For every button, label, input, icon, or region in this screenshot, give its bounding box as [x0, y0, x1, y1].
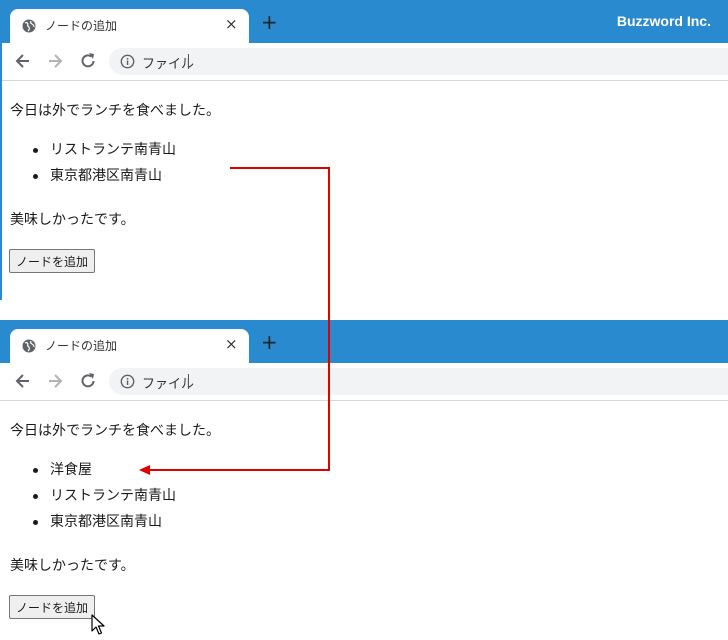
intro-paragraph: 今日は外でランチを食べました。 — [10, 103, 220, 119]
browser-window-after: ノードの追加 × + ファイル 今日は外でランチを食べました。 洋食屋 リストラ… — [0, 320, 728, 640]
page-content: 今日は外でランチを食べました。 リストランテ南青山 東京都港区南青山 美味しかっ… — [0, 81, 728, 300]
forward-arrow-icon[interactable] — [45, 371, 65, 391]
title-bar: ノードの追加 × + Buzzword Inc. — [0, 0, 728, 43]
restaurant-list: 洋食屋 リストランテ南青山 東京都港区南青山 — [0, 459, 176, 537]
mouse-cursor-icon — [91, 614, 105, 635]
list-item: 東京都港区南青山 — [0, 165, 176, 191]
back-arrow-icon[interactable] — [13, 51, 33, 71]
address-label: ファイル — [142, 377, 195, 392]
tab-title: ノードの追加 — [45, 339, 118, 353]
outro-paragraph: 美味しかったです。 — [10, 212, 135, 228]
back-arrow-icon[interactable] — [13, 371, 33, 391]
separator — [0, 300, 728, 320]
add-node-button[interactable]: ノードを追加 — [9, 595, 96, 619]
new-tab-icon[interactable]: + — [261, 12, 278, 32]
tab-node-add[interactable]: ノードの追加 × — [10, 9, 249, 43]
close-tab-icon[interactable]: × — [225, 15, 238, 33]
browser-window-before: ノードの追加 × + Buzzword Inc. ファイル 今日は外でランチを食… — [0, 0, 728, 300]
outro-paragraph: 美味しかったです。 — [10, 558, 135, 574]
new-tab-icon[interactable]: + — [261, 332, 278, 352]
tab-node-add[interactable]: ノードの追加 × — [10, 329, 249, 363]
info-icon[interactable] — [120, 54, 135, 69]
title-bar: ノードの追加 × + — [0, 320, 728, 363]
window-edge — [0, 0, 2, 300]
address-divider — [188, 374, 189, 389]
brand-label: Buzzword Inc. — [616, 13, 711, 29]
forward-arrow-icon[interactable] — [45, 51, 65, 71]
list-item: 洋食屋 — [0, 459, 176, 485]
browser-toolbar: ファイル — [0, 43, 728, 81]
add-node-button[interactable]: ノードを追加 — [9, 249, 96, 273]
intro-paragraph: 今日は外でランチを食べました。 — [10, 423, 220, 439]
globe-icon — [22, 19, 36, 33]
globe-icon — [22, 339, 36, 353]
address-bar[interactable]: ファイル — [109, 368, 728, 395]
close-tab-icon[interactable]: × — [225, 335, 238, 353]
reload-icon[interactable] — [78, 371, 98, 391]
list-item: 東京都港区南青山 — [0, 511, 176, 537]
tab-title: ノードの追加 — [45, 19, 118, 33]
browser-toolbar: ファイル — [0, 363, 728, 401]
page-content: 今日は外でランチを食べました。 洋食屋 リストランテ南青山 東京都港区南青山 美… — [0, 401, 728, 640]
address-label: ファイル — [142, 57, 195, 72]
address-divider — [188, 54, 189, 69]
list-item: リストランテ南青山 — [0, 485, 176, 511]
address-bar[interactable]: ファイル — [109, 48, 728, 75]
reload-icon[interactable] — [78, 51, 98, 71]
restaurant-list: リストランテ南青山 東京都港区南青山 — [0, 139, 176, 191]
list-item: リストランテ南青山 — [0, 139, 176, 165]
info-icon[interactable] — [120, 374, 135, 389]
